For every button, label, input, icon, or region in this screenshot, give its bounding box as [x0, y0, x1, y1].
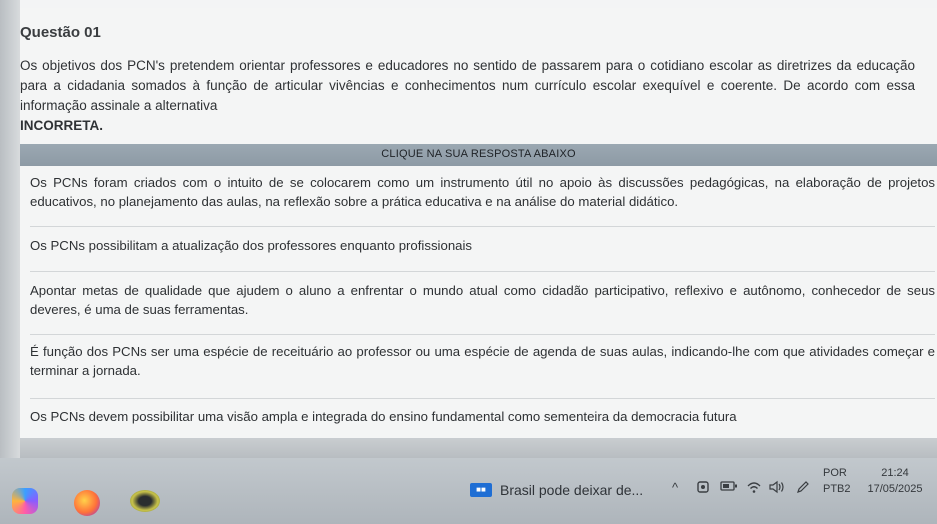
wifi-icon[interactable]	[746, 480, 762, 497]
question-title: Questão 01	[20, 24, 101, 41]
divider	[30, 271, 935, 272]
answer-option-2[interactable]: Os PCNs possibilitam a atualização dos p…	[30, 236, 935, 255]
clock[interactable]: 21:24 17/05/2025	[858, 465, 932, 497]
clock-time: 21:24	[881, 467, 909, 479]
question-intro: Os objetivos dos PCN's pretendem orienta…	[20, 58, 915, 113]
answer-banner: CLIQUE NA SUA RESPOSTA ABAIXO	[20, 144, 937, 166]
question-emphasis: INCORRETA.	[20, 118, 103, 133]
battery-icon[interactable]	[720, 480, 738, 495]
divider	[30, 334, 935, 335]
volume-icon[interactable]	[768, 480, 786, 497]
answer-option-3[interactable]: Apontar metas de qualidade que ajudem o …	[30, 281, 935, 319]
answer-option-1[interactable]: Os PCNs foram criados com o intuito de s…	[30, 173, 935, 211]
divider	[30, 398, 935, 399]
answer-option-5[interactable]: Os PCNs devem possibilitar uma visão amp…	[30, 407, 935, 426]
camera-icon[interactable]	[696, 480, 710, 497]
input-language[interactable]: POR PTB2	[823, 465, 851, 497]
keyboard-layout: PTB2	[823, 483, 851, 495]
news-icon: ■■	[470, 483, 492, 497]
answer-option-4[interactable]: É função dos PCNs ser uma espécie de rec…	[30, 342, 935, 380]
question-text: Os objetivos dos PCN's pretendem orienta…	[20, 56, 915, 136]
news-widget[interactable]: ■■ Brasil pode deixar de...	[470, 480, 643, 500]
divider	[30, 226, 935, 227]
chevron-up-icon[interactable]: ^	[672, 480, 678, 495]
pen-icon[interactable]	[796, 480, 810, 497]
bottom-strip	[20, 438, 937, 458]
app-icon[interactable]	[130, 490, 160, 512]
banner-label: CLIQUE NA SUA RESPOSTA ABAIXO	[381, 148, 576, 160]
firefox-icon[interactable]	[74, 490, 100, 516]
language-code: POR	[823, 467, 847, 479]
left-edge	[0, 0, 20, 458]
copilot-icon[interactable]	[12, 488, 38, 514]
clock-date: 17/05/2025	[867, 483, 923, 495]
news-headline: Brasil pode deixar de...	[500, 482, 644, 498]
